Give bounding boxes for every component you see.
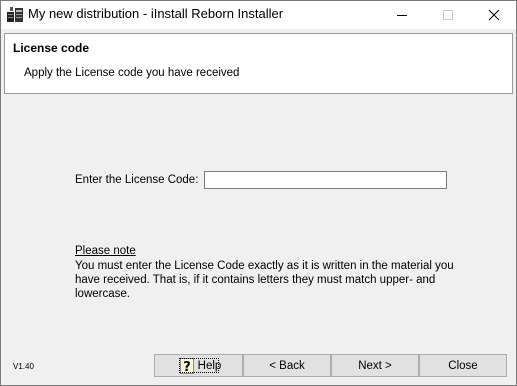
back-button[interactable]: < Back <box>243 354 331 377</box>
next-label: Next > <box>358 359 392 372</box>
help-button[interactable]: ? Help <box>154 354 243 377</box>
maximize-icon <box>443 10 453 20</box>
header-panel: License code Apply the License code you … <box>4 33 513 94</box>
question-mark-icon: ? <box>179 357 194 374</box>
close-window-button[interactable] <box>471 1 517 29</box>
help-label: Help <box>197 359 222 372</box>
installer-icon <box>7 7 23 22</box>
close-label: Close <box>448 359 478 372</box>
page-title: License code <box>13 41 90 55</box>
note-body: You must enter the License Code exactly … <box>75 260 454 300</box>
installer-window: My new distribution - iInstall Reborn In… <box>0 0 517 386</box>
note-title: Please note <box>75 245 136 257</box>
license-code-label: Enter the License Code: <box>75 174 199 186</box>
maximize-button[interactable] <box>425 1 471 29</box>
license-code-input[interactable] <box>204 171 447 189</box>
close-icon <box>488 9 500 21</box>
minimize-icon <box>397 15 407 16</box>
window-title: My new distribution - iInstall Reborn In… <box>28 6 284 21</box>
close-button[interactable]: Close <box>419 354 507 377</box>
title-bar[interactable]: My new distribution - iInstall Reborn In… <box>1 1 516 29</box>
svg-text:?: ? <box>183 360 191 374</box>
version-label: V1.40 <box>13 362 34 371</box>
page-subtitle: Apply the License code you have received <box>24 67 240 79</box>
back-label: < Back <box>269 359 305 372</box>
minimize-button[interactable] <box>379 1 425 29</box>
next-button[interactable]: Next > <box>331 354 419 377</box>
